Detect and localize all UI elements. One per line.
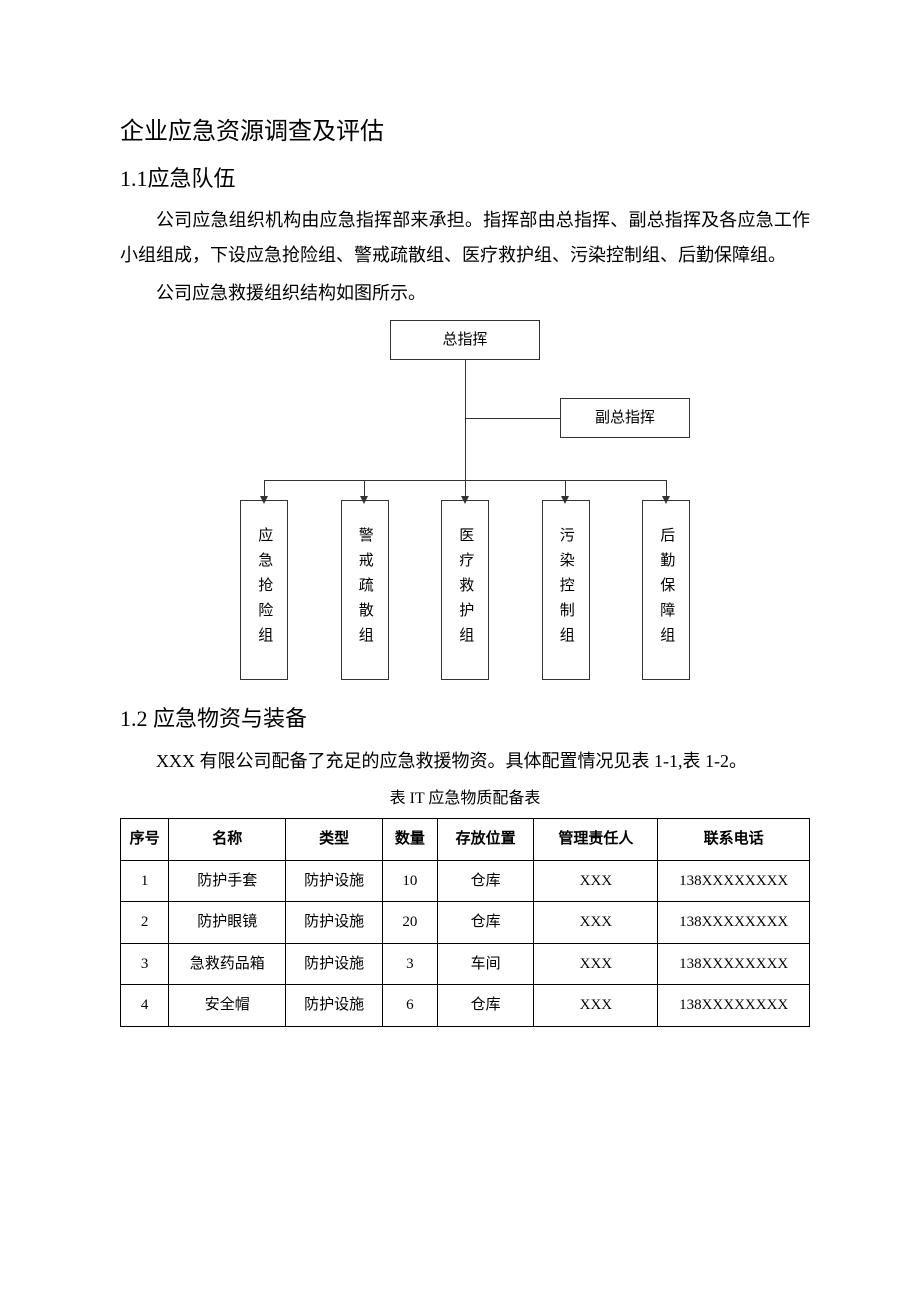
org-leaves: 应急抢险组 警戒疏散组 医疗救护组 污染控制组 后勤保障组 (240, 500, 690, 680)
arrow-down-icon (260, 496, 268, 504)
table-row: 3急救药品箱防护设施3车间XXX138XXXXXXXX (121, 943, 810, 985)
table-cell-owner: XXX (534, 902, 658, 944)
section-1-2-para-1: XXX 有限公司配备了充足的应急救援物资。具体配置情况见表 1-1,表 1-2。 (120, 744, 810, 778)
table-cell-no: 3 (121, 943, 169, 985)
table-cell-name: 防护眼镜 (169, 902, 286, 944)
section-1-1-para-1: 公司应急组织机构由应急指挥部来承担。指挥部由总指挥、副总指挥及各应急工作小组组成… (120, 203, 810, 271)
table-row: 4安全帽防护设施6仓库XXX138XXXXXXXX (121, 985, 810, 1027)
arrow-down-icon (662, 496, 670, 504)
th-no: 序号 (121, 819, 169, 861)
org-leaf-1: 应急抢险组 (240, 500, 288, 680)
org-deputy-box: 副总指挥 (560, 398, 690, 438)
table-cell-owner: XXX (534, 943, 658, 985)
th-type: 类型 (286, 819, 382, 861)
table-cell-tel: 138XXXXXXXX (658, 860, 810, 902)
org-chart: 总指挥 副总指挥 应急抢险组 警戒疏散组 医疗救护组 污染控制组 (240, 320, 690, 680)
org-trunk-3 (465, 440, 466, 480)
table-cell-loc: 车间 (437, 943, 533, 985)
table-cell-owner: XXX (534, 985, 658, 1027)
org-leaf-2: 警戒疏散组 (341, 500, 389, 680)
table-cell-qty: 6 (382, 985, 437, 1027)
section-1-1-heading: 1.1应急队伍 (120, 158, 810, 200)
table-cell-type: 防护设施 (286, 943, 382, 985)
table-cell-qty: 10 (382, 860, 437, 902)
th-tel: 联系电话 (658, 819, 810, 861)
equipment-table: 序号 名称 类型 数量 存放位置 管理责任人 联系电话 1防护手套防护设施10仓… (120, 818, 810, 1027)
section-1-2-heading: 1.2 应急物资与装备 (120, 698, 810, 740)
org-leaf-4: 污染控制组 (542, 500, 590, 680)
table-cell-no: 1 (121, 860, 169, 902)
th-name: 名称 (169, 819, 286, 861)
table-cell-loc: 仓库 (437, 902, 533, 944)
table-cell-qty: 20 (382, 902, 437, 944)
th-owner: 管理责任人 (534, 819, 658, 861)
table-cell-loc: 仓库 (437, 985, 533, 1027)
table-cell-no: 4 (121, 985, 169, 1027)
table-cell-type: 防护设施 (286, 985, 382, 1027)
table-cell-qty: 3 (382, 943, 437, 985)
table-cell-no: 2 (121, 902, 169, 944)
arrow-down-icon (360, 496, 368, 504)
org-leaf-3: 医疗救护组 (441, 500, 489, 680)
table-cell-tel: 138XXXXXXXX (658, 985, 810, 1027)
document-title: 企业应急资源调查及评估 (120, 110, 810, 156)
org-branch-bar (240, 440, 690, 500)
arrow-down-icon (561, 496, 569, 504)
org-root-box: 总指挥 (390, 320, 540, 360)
table-cell-tel: 138XXXXXXXX (658, 943, 810, 985)
table-row: 2防护眼镜防护设施20仓库XXX138XXXXXXXX (121, 902, 810, 944)
org-deputy-row: 副总指挥 (240, 396, 690, 440)
table-cell-loc: 仓库 (437, 860, 533, 902)
table-cell-name: 安全帽 (169, 985, 286, 1027)
arrow-down-icon (461, 496, 469, 504)
table-header-row: 序号 名称 类型 数量 存放位置 管理责任人 联系电话 (121, 819, 810, 861)
table-cell-type: 防护设施 (286, 860, 382, 902)
table-cell-type: 防护设施 (286, 902, 382, 944)
document-page: 企业应急资源调查及评估 1.1应急队伍 公司应急组织机构由应急指挥部来承担。指挥… (0, 0, 920, 1301)
table-cell-owner: XXX (534, 860, 658, 902)
table-1-caption: 表 IT 应急物质配备表 (120, 784, 810, 814)
org-leaf-5: 后勤保障组 (642, 500, 690, 680)
equipment-table-body: 1防护手套防护设施10仓库XXX138XXXXXXXX2防护眼镜防护设施20仓库… (121, 860, 810, 1026)
th-loc: 存放位置 (437, 819, 533, 861)
th-qty: 数量 (382, 819, 437, 861)
table-cell-tel: 138XXXXXXXX (658, 902, 810, 944)
section-1-1-para-2: 公司应急救援组织结构如图所示。 (120, 276, 810, 310)
org-deputy-connector (465, 418, 560, 419)
org-trunk-1 (465, 360, 466, 396)
table-row: 1防护手套防护设施10仓库XXX138XXXXXXXX (121, 860, 810, 902)
table-cell-name: 防护手套 (169, 860, 286, 902)
table-cell-name: 急救药品箱 (169, 943, 286, 985)
